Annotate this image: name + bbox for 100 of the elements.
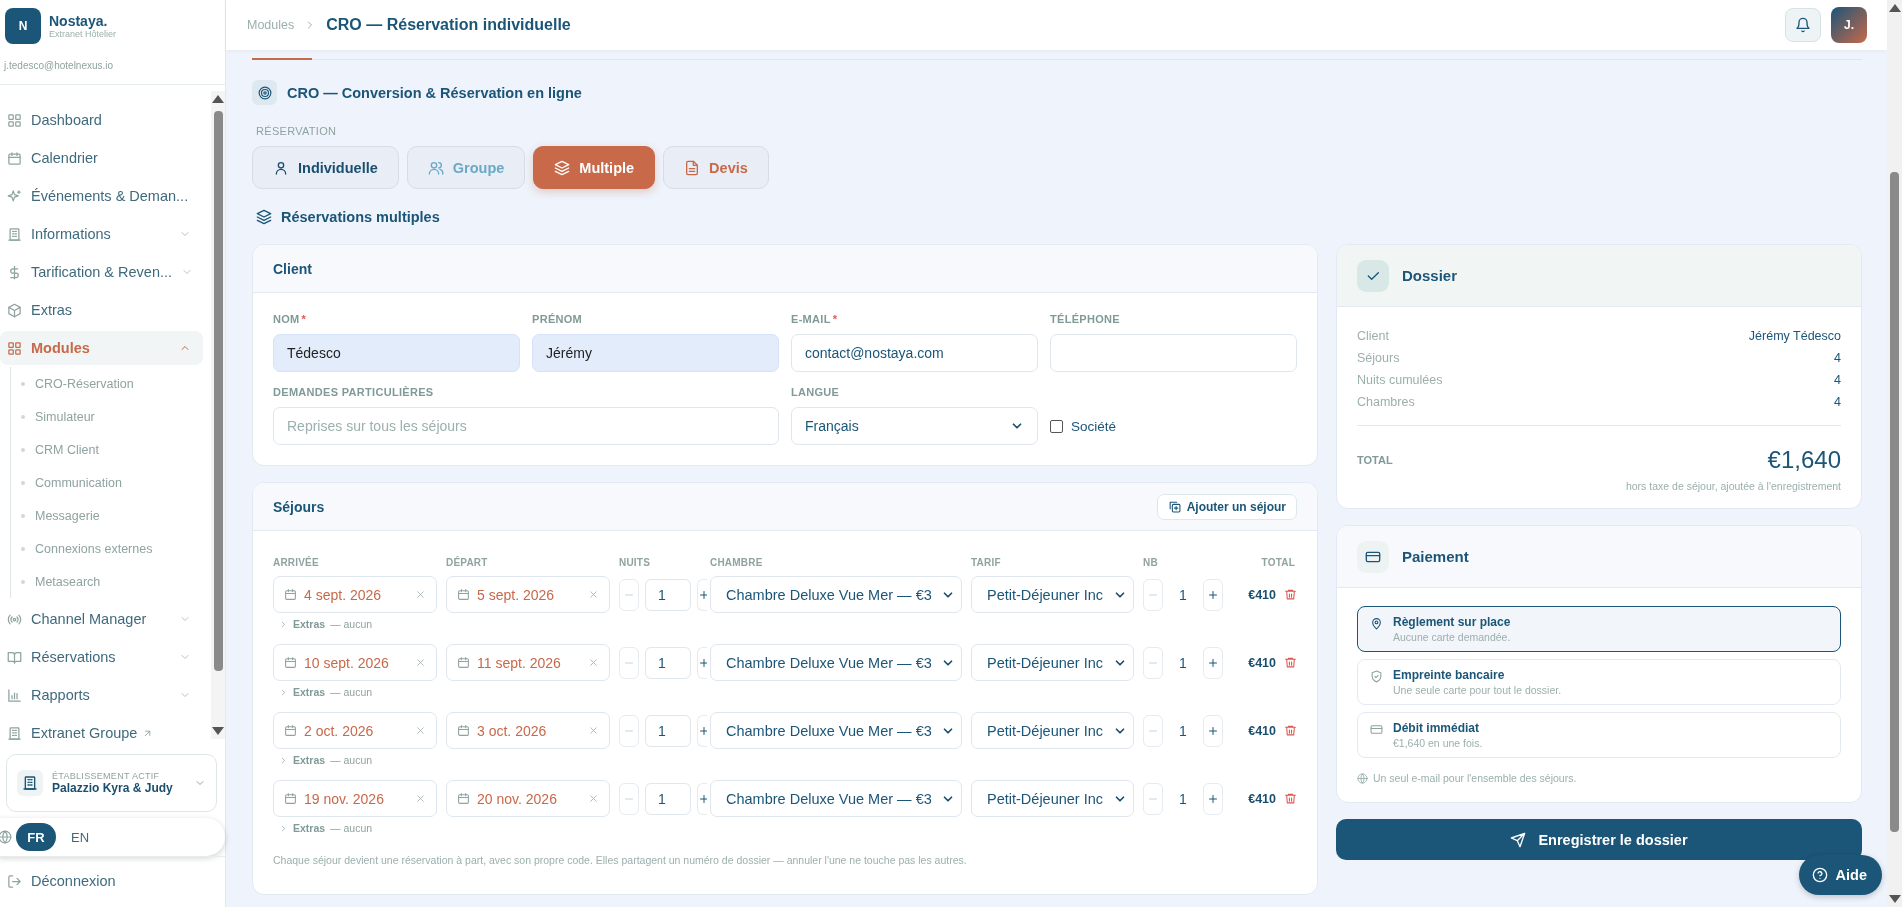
nav-item[interactable]: Informations bbox=[0, 217, 203, 251]
payment-option[interactable]: Empreinte bancaire Une seule carte pour tout le dossier. bbox=[1357, 659, 1841, 705]
date-field[interactable]: 5 sept. 2026 bbox=[446, 576, 610, 613]
rate-select[interactable]: Petit-Déjeuner Inc bbox=[971, 644, 1134, 681]
tab[interactable]: Multiple bbox=[533, 146, 656, 189]
increment-button[interactable] bbox=[697, 578, 707, 611]
trash-icon bbox=[1284, 656, 1297, 669]
plus-icon bbox=[1207, 588, 1219, 601]
save-button[interactable]: Enregistrer le dossier bbox=[1336, 819, 1862, 860]
checkbox-option[interactable]: Société bbox=[1050, 411, 1117, 441]
plus-icon bbox=[1207, 656, 1219, 669]
summary-label: Nuits cumulées bbox=[1357, 373, 1443, 387]
field-label: E-MAIL * bbox=[791, 313, 839, 325]
date-field[interactable]: 3 oct. 2026 bbox=[446, 712, 610, 749]
module-title: CRO — Conversion & Réservation en ligne bbox=[287, 84, 582, 101]
logout-link[interactable]: Déconnexion bbox=[0, 856, 225, 907]
nav-item[interactable]: Modules bbox=[0, 331, 203, 365]
payment-option[interactable]: Débit immédiat €1,640 en une fois. bbox=[1357, 712, 1841, 758]
nav-item[interactable]: Calendrier bbox=[0, 141, 203, 175]
rate-select[interactable]: Petit-Déjeuner Inc bbox=[971, 780, 1134, 817]
nights-field[interactable]: 1 bbox=[645, 782, 691, 815]
nav-item[interactable]: Extras bbox=[0, 293, 203, 327]
column-header: TARIF bbox=[971, 557, 1002, 568]
column-header: NUITS bbox=[619, 557, 651, 568]
logout-icon bbox=[7, 873, 22, 889]
nav-item[interactable]: Réservations bbox=[0, 640, 203, 674]
room-select[interactable]: Chambre Deluxe Vue Mer — €3 bbox=[710, 712, 962, 749]
input-field[interactable]: Reprises sur tous les séjours bbox=[273, 407, 779, 445]
increment-button[interactable] bbox=[1203, 578, 1223, 611]
section-label: RÉSERVATION bbox=[256, 125, 338, 137]
date-field[interactable]: 11 sept. 2026 bbox=[446, 644, 610, 681]
rate-select[interactable]: Petit-Déjeuner Inc bbox=[971, 712, 1134, 749]
delete-button[interactable] bbox=[1284, 656, 1297, 669]
globe-icon bbox=[0, 830, 12, 844]
date-field[interactable]: 4 sept. 2026 bbox=[273, 576, 437, 613]
user-icon bbox=[273, 159, 289, 176]
date-field[interactable]: 10 sept. 2026 bbox=[273, 644, 437, 681]
room-count: 1 bbox=[1178, 654, 1188, 671]
date-field[interactable]: 19 nov. 2026 bbox=[273, 780, 437, 817]
language-option[interactable]: FR bbox=[16, 823, 56, 851]
notifications-button[interactable] bbox=[1785, 8, 1821, 42]
nav-item[interactable]: Extranet Groupe bbox=[0, 716, 203, 750]
input-field[interactable]: Jérémy bbox=[532, 334, 779, 372]
total-label: TOTAL bbox=[1357, 454, 1393, 466]
property-selector[interactable]: ÉTABLISSEMENT ACTIF Palazzio Kyra & Judy bbox=[6, 754, 217, 812]
increment-button[interactable] bbox=[1203, 646, 1223, 679]
nights-field[interactable]: 1 bbox=[645, 578, 691, 611]
nav-item[interactable]: Channel Manager bbox=[0, 602, 203, 636]
field-label: NOM * bbox=[273, 313, 308, 325]
nav-item[interactable]: Tarification & Reven... bbox=[0, 255, 203, 289]
delete-button[interactable] bbox=[1284, 588, 1297, 601]
book-icon bbox=[7, 649, 22, 665]
room-select[interactable]: Chambre Deluxe Vue Mer — €3 bbox=[710, 644, 962, 681]
grid-icon bbox=[7, 340, 22, 356]
increment-button[interactable] bbox=[697, 782, 707, 815]
building-icon bbox=[22, 775, 38, 791]
shield-icon bbox=[1370, 670, 1383, 683]
input-field[interactable] bbox=[1050, 334, 1297, 372]
increment-button[interactable] bbox=[1203, 714, 1223, 747]
nav-item[interactable]: Événements & Deman... bbox=[0, 179, 203, 213]
scrollbar[interactable] bbox=[1887, 0, 1902, 907]
column-header: NB bbox=[1143, 557, 1159, 568]
nights-field[interactable]: 1 bbox=[645, 714, 691, 747]
add-stay-button[interactable]: Ajouter un séjour bbox=[1156, 493, 1297, 520]
nav-item[interactable]: Dashboard bbox=[0, 103, 203, 137]
clear-icon bbox=[415, 589, 426, 600]
input-field[interactable]: Tédesco bbox=[273, 334, 520, 372]
clear-icon bbox=[415, 657, 426, 668]
increment-button[interactable] bbox=[697, 714, 707, 747]
delete-button[interactable] bbox=[1284, 792, 1297, 805]
increment-button[interactable] bbox=[1203, 782, 1223, 815]
increment-button[interactable] bbox=[697, 646, 707, 679]
tab[interactable]: Individuelle bbox=[252, 146, 399, 189]
stay-total: €410 bbox=[1248, 655, 1276, 670]
room-select[interactable]: Chambre Deluxe Vue Mer — €3 bbox=[710, 576, 962, 613]
field-label: DEMANDES PARTICULIÈRES bbox=[273, 386, 435, 398]
room-select[interactable]: Chambre Deluxe Vue Mer — €3 bbox=[710, 780, 962, 817]
tab[interactable]: Devis bbox=[663, 146, 769, 189]
date-field[interactable]: 20 nov. 2026 bbox=[446, 780, 610, 817]
trash-icon bbox=[1284, 724, 1297, 737]
date-field[interactable]: 2 oct. 2026 bbox=[273, 712, 437, 749]
bar-chart-icon bbox=[7, 687, 22, 703]
nav-item[interactable]: Rapports bbox=[0, 678, 203, 712]
calendar-icon bbox=[284, 792, 297, 805]
clear-icon bbox=[588, 725, 599, 736]
plus-icon bbox=[1207, 792, 1219, 805]
nights-field[interactable]: 1 bbox=[645, 646, 691, 679]
payment-option[interactable]: Règlement sur place Aucune carte demandée. bbox=[1357, 606, 1841, 652]
input-field[interactable]: contact@nostaya.com bbox=[791, 334, 1038, 372]
help-button[interactable]: Aide bbox=[1798, 855, 1882, 895]
grid-icon bbox=[7, 112, 22, 128]
delete-button[interactable] bbox=[1284, 724, 1297, 737]
select-field[interactable]: Français bbox=[791, 407, 1038, 445]
help-icon bbox=[1811, 867, 1828, 883]
avatar[interactable]: J. bbox=[1831, 7, 1867, 43]
rate-select[interactable]: Petit-Déjeuner Inc bbox=[971, 576, 1134, 613]
language-option[interactable]: EN bbox=[60, 823, 100, 851]
chevron-right-icon bbox=[279, 687, 288, 697]
calendar-icon bbox=[457, 724, 470, 737]
scrollbar[interactable] bbox=[211, 91, 225, 739]
